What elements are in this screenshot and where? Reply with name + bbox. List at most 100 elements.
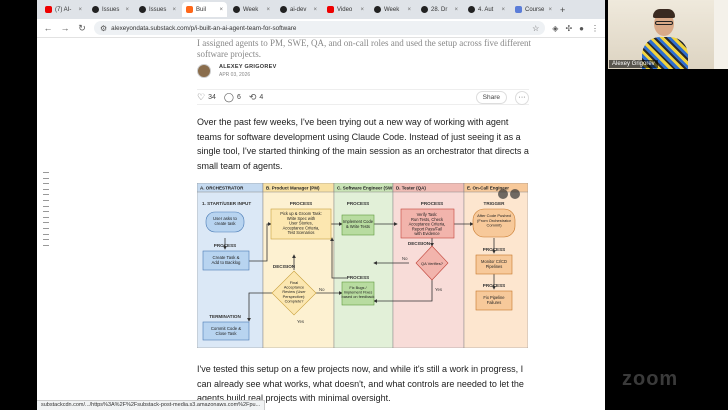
workflow-diagram-image[interactable]: A. ORCHESTRATOR B. Product Manager (PM) C.… [197,183,528,348]
close-tab-icon[interactable]: × [501,7,505,13]
browser-tab[interactable]: Issues × [88,2,133,17]
tab-label: Week [384,6,400,13]
browser-tab[interactable]: Week × [370,2,415,17]
subtitle-line-2: software projects. [197,49,261,59]
toc-line[interactable] [43,244,49,246]
address-bar-row: ← → ↻ ⚙ alexeyondata.substack.com/p/i-bu… [37,19,605,38]
youtube-icon [327,6,334,13]
process-label-a: PROCESS [214,243,236,248]
close-tab-icon[interactable]: × [125,7,129,13]
close-tab-icon[interactable]: × [266,7,270,13]
svg-text:Create Task &Add to Backlog: Create Task & Add to Backlog [212,255,242,265]
browser-tab[interactable]: Week × [229,2,274,17]
bookmark-star-icon[interactable]: ☆ [532,24,539,33]
author-avatar[interactable] [197,64,211,78]
back-icon[interactable]: ← [43,23,53,33]
participant-name-label: Alexey Grigorev [609,60,658,68]
browser-tab[interactable]: 28. Dr × [417,2,462,17]
process-label-e: PROCESS [483,247,505,252]
paragraph-tested: I've tested this setup on a few projects… [197,364,524,403]
qa-decision-text: QA Verifies? [421,261,444,266]
restack-count: 4 [259,94,264,101]
tab-label: (7) AI- [55,6,72,13]
browser-tab[interactable]: Video × [323,2,368,17]
tab-label: Buil [196,6,207,13]
toc-line[interactable] [43,188,49,190]
extension-icon[interactable]: ◈ [552,24,558,33]
process-label-c: PROCESS [347,201,369,206]
like-count: 34 [208,94,216,101]
close-tab-icon[interactable]: × [78,7,82,13]
toc-line[interactable] [43,211,49,213]
author-name[interactable]: ALEXEY GRIGOREV [219,64,277,70]
comment-button[interactable]: ◯ 6 [224,92,241,103]
restack-button[interactable]: ⟲ 4 [249,92,263,103]
toc-line[interactable] [43,233,49,235]
toc-line[interactable] [43,239,49,241]
paragraph-intro: Over the past few weeks, I've been tryin… [197,117,529,171]
menu-kebab-icon[interactable]: ⋮ [591,24,599,33]
browser-tab[interactable]: ai-dev × [276,2,321,17]
zoom-watermark: zoom [622,368,679,390]
toc-line[interactable] [43,205,49,207]
close-tab-icon[interactable]: × [313,7,317,13]
workflow-diagram-svg: A. ORCHESTRATOR B. Product Manager (PM) C.… [197,183,528,348]
browser-tab[interactable]: Buil × [182,2,227,17]
github-icon [92,6,99,13]
puzzle-icon[interactable]: ✣ [565,24,572,33]
heart-icon: ♡ [197,92,206,102]
share-button[interactable]: Share [475,91,507,104]
close-tab-icon[interactable]: × [360,7,364,13]
toc-line[interactable] [43,227,49,229]
comment-count: 6 [236,94,241,101]
webcam-shelf [714,0,728,69]
toc-line[interactable] [43,194,49,196]
post-actions-bar: ♡ 34 ◯ 6 ⟲ 4 Share ··· [197,89,529,105]
article-page: I assigned agents to PM, SWE, QA, and on… [37,38,605,410]
profile-icon[interactable]: ● [579,24,584,33]
omnibox[interactable]: ⚙ alexeyondata.substack.com/p/i-built-an… [94,21,546,35]
expand-image-icon[interactable] [510,189,520,199]
toc-line[interactable] [43,177,49,179]
reload-icon[interactable]: ↻ [77,23,87,34]
site-info-icon[interactable]: ⚙ [100,24,107,33]
yes-label-d: Yes [435,287,442,292]
url-text[interactable]: alexeyondata.substack.com/p/i-built-an-a… [111,25,528,32]
github-icon [374,6,381,13]
new-tab-icon[interactable]: + [560,5,565,15]
swimlane-title: A. ORCHESTRATOR [200,185,244,190]
start-label: 1. START/USER INPUT [202,201,251,206]
webcam-video-tile: Alexey Grigorev [608,0,728,69]
status-bar-url: substackcdn.com/.../https%3A%2F%2Fsubsta… [37,400,266,410]
toc-line[interactable] [43,222,49,224]
tab-bar: (7) AI- × Issues × Issues × Buil × Week × ai-dev × V… [37,0,605,19]
svg-text:User asks tocreate task: User asks to create task [213,216,237,226]
close-tab-icon[interactable]: × [454,7,458,13]
github-icon [421,6,428,13]
close-tab-icon[interactable]: × [407,7,411,13]
forward-icon[interactable]: → [60,23,70,33]
user-asks-line-2: create task [214,221,236,226]
table-of-contents-rail[interactable] [43,172,49,246]
browser-tab[interactable]: Issues × [135,2,180,17]
close-tab-icon[interactable]: × [548,7,552,13]
toc-line[interactable] [43,199,49,201]
subtitle-text: I assigned agents to PM, SWE, QA, and on… [197,38,537,60]
more-options-button[interactable]: ··· [515,90,529,105]
person-glasses [655,21,673,25]
browser-tab[interactable]: 4. Aut × [464,2,509,17]
toc-line[interactable] [43,172,49,173]
toc-line[interactable] [43,216,49,218]
close-tab-icon[interactable]: × [219,7,223,13]
browser-tab[interactable]: Course × [511,2,556,17]
substack-icon [186,6,193,13]
refresh-image-icon[interactable] [498,189,508,199]
swimlane-title: C. Software Engineer (SWE) [337,185,397,190]
tab-label: ai-dev [290,6,307,13]
close-tab-icon[interactable]: × [172,7,176,13]
process-label-b: PROCESS [290,201,312,206]
browser-tab[interactable]: (7) AI- × [41,2,86,17]
toc-line[interactable] [43,183,49,185]
like-button[interactable]: ♡ 34 [197,92,216,103]
tab-label: Video [337,6,353,13]
